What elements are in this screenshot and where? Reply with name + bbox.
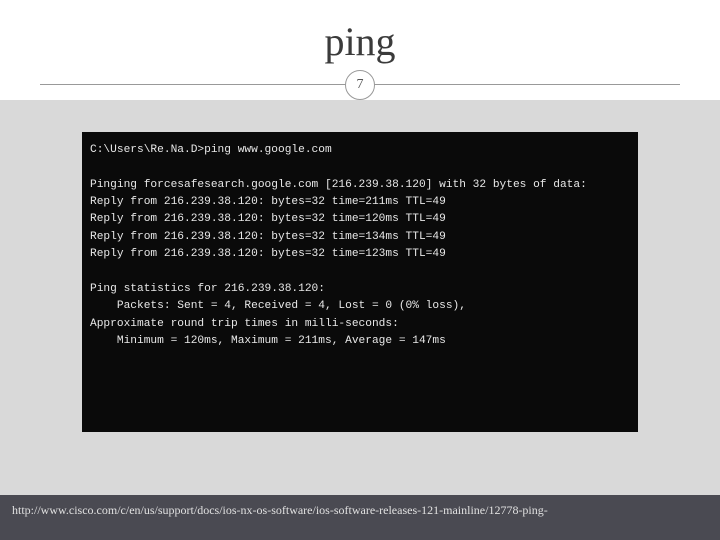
terminal-reply: Reply from 216.239.38.120: bytes=32 time… xyxy=(90,196,446,208)
terminal-packets: Packets: Sent = 4, Received = 4, Lost = … xyxy=(90,300,466,312)
terminal-reply: Reply from 216.239.38.120: bytes=32 time… xyxy=(90,231,446,243)
terminal-stats-header: Ping statistics for 216.239.38.120: xyxy=(90,283,325,295)
terminal-minmax: Minimum = 120ms, Maximum = 211ms, Averag… xyxy=(90,335,446,347)
footer-bar: http://www.cisco.com/c/en/us/support/doc… xyxy=(0,495,720,540)
terminal-prompt: C:\Users\Re.Na.D>ping www.google.com xyxy=(90,144,332,156)
slide-title: ping xyxy=(0,0,720,65)
terminal-approx: Approximate round trip times in milli-se… xyxy=(90,318,399,330)
terminal-reply: Reply from 216.239.38.120: bytes=32 time… xyxy=(90,213,446,225)
slide: ping 7 C:\Users\Re.Na.D>ping www.google.… xyxy=(0,0,720,540)
header-region: ping 7 xyxy=(0,0,720,100)
terminal-pinging: Pinging forcesafesearch.google.com [216.… xyxy=(90,179,587,191)
terminal-screenshot: C:\Users\Re.Na.D>ping www.google.com Pin… xyxy=(82,132,638,432)
footer-url: http://www.cisco.com/c/en/us/support/doc… xyxy=(12,503,548,517)
page-number-badge: 7 xyxy=(345,70,375,100)
body-region: C:\Users\Re.Na.D>ping www.google.com Pin… xyxy=(0,100,720,495)
terminal-reply: Reply from 216.239.38.120: bytes=32 time… xyxy=(90,248,446,260)
